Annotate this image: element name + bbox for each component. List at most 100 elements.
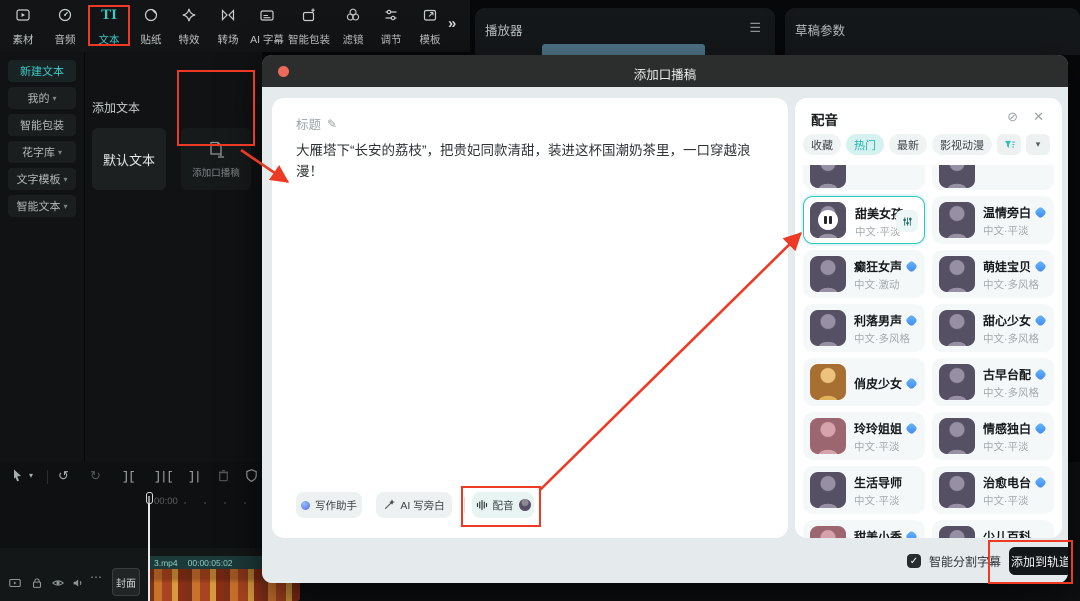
sidebar-item-new-text[interactable]: 新建文本 bbox=[8, 60, 76, 82]
sidebar-item-fancy-fonts[interactable]: 花字库 ▾ bbox=[8, 141, 76, 163]
timeline-ruler[interactable]: 00:00 bbox=[0, 492, 262, 509]
avatar bbox=[810, 472, 846, 508]
vip-badge-icon bbox=[1034, 476, 1047, 489]
voice-settings-button[interactable] bbox=[896, 210, 918, 232]
voice-card[interactable]: 生活导师 中文·平淡 bbox=[803, 466, 925, 514]
vip-badge-icon bbox=[1034, 368, 1047, 381]
tab-audio[interactable]: 音频 bbox=[44, 7, 86, 47]
avatar bbox=[810, 256, 846, 292]
tab-newest[interactable]: 最新 bbox=[889, 134, 927, 155]
ruler-timecode: 00:00 bbox=[154, 496, 178, 507]
default-text-card[interactable]: 默认文本 bbox=[92, 128, 166, 190]
voice-card[interactable]: 少儿百科 bbox=[932, 520, 1054, 538]
sliders-icon bbox=[902, 216, 912, 226]
close-icon[interactable]: ✕ bbox=[1033, 109, 1044, 125]
voice-card[interactable]: 甜心少女 中文·多风格 bbox=[932, 304, 1054, 352]
vip-badge-icon bbox=[905, 377, 918, 390]
main-track-icon[interactable] bbox=[8, 576, 22, 590]
tab-hot[interactable]: 热门 bbox=[846, 134, 884, 155]
draft-panel-title: 草稿参数 bbox=[795, 24, 846, 38]
delete-icon[interactable] bbox=[216, 468, 231, 483]
clip-name: 3.mp4 bbox=[154, 557, 178, 568]
cover-button[interactable]: 封面 bbox=[112, 568, 140, 596]
tab-template[interactable]: 模板 bbox=[410, 7, 450, 47]
playhead[interactable] bbox=[146, 492, 153, 601]
sidebar-item-smart-pack[interactable]: 智能包装 bbox=[8, 114, 76, 136]
script-textarea[interactable]: 大雁塔下“长安的荔枝”，把贵妃同款清甜，装进这杯国潮奶茶里，一口穿越浪漫！ bbox=[296, 140, 766, 182]
transition-icon bbox=[221, 9, 235, 21]
assistant-orb-icon bbox=[301, 500, 310, 510]
voice-card[interactable]: 温情旁白 中文·平淡 bbox=[932, 196, 1054, 244]
smart-split-checkbox[interactable]: ✓ bbox=[907, 554, 921, 568]
split-right-icon[interactable]: ]| bbox=[188, 470, 201, 484]
tab-media[interactable]: 素材 bbox=[2, 7, 44, 47]
vip-badge-icon bbox=[1034, 206, 1047, 219]
more-icon[interactable]: ⋯ bbox=[90, 570, 102, 584]
ai-narration-button[interactable]: AI 写旁白 bbox=[376, 492, 452, 518]
toolbar-divider bbox=[47, 470, 48, 484]
sidebar-item-mine[interactable]: 我的 ▾ bbox=[8, 87, 76, 109]
split-left-icon[interactable]: ]|[ bbox=[154, 470, 174, 484]
pause-icon[interactable] bbox=[818, 210, 838, 230]
tab-favorites[interactable]: 收藏 bbox=[803, 134, 841, 155]
tab-ai-subtitle[interactable]: AI 字幕 bbox=[245, 7, 289, 47]
template-icon bbox=[423, 9, 437, 21]
voice-card[interactable]: 癫狂女声 中文·激动 bbox=[803, 250, 925, 298]
annotation-box-voiceover bbox=[461, 486, 541, 527]
voice-card[interactable]: 治愈电台 中文·平淡 bbox=[932, 466, 1054, 514]
tab-smart-pack[interactable]: 智能包装 bbox=[285, 7, 333, 47]
panel-divider bbox=[84, 52, 85, 462]
voice-card-partial[interactable] bbox=[932, 165, 1054, 190]
lock-icon[interactable] bbox=[30, 576, 44, 590]
toolbar-expand-icon[interactable]: » bbox=[448, 15, 456, 32]
chevron-down-icon: ▾ bbox=[57, 147, 62, 157]
dialog-titlebar: 添加口播稿 bbox=[262, 55, 1068, 87]
player-menu-icon[interactable]: ☰ bbox=[749, 20, 761, 36]
vip-badge-icon bbox=[905, 260, 918, 273]
vip-badge-icon bbox=[1034, 314, 1047, 327]
tab-transition[interactable]: 转场 bbox=[208, 7, 248, 47]
sidebar-item-smart-text[interactable]: 智能文本 ▾ bbox=[8, 195, 76, 217]
voice-card-selected[interactable]: 甜美女孩 中文·平淡 bbox=[803, 196, 925, 244]
writing-assistant-button[interactable]: 写作助手 bbox=[296, 492, 362, 518]
tab-film-anime[interactable]: 影视动漫 bbox=[932, 134, 992, 155]
voice-card[interactable]: 利落男声 中文·多风格 bbox=[803, 304, 925, 352]
voice-filter-button[interactable] bbox=[997, 134, 1021, 155]
select-cursor-icon[interactable] bbox=[10, 468, 26, 484]
ai-pen-icon bbox=[385, 499, 396, 510]
tab-effects[interactable]: 特效 bbox=[169, 7, 209, 47]
playhead-handle bbox=[146, 492, 153, 504]
tab-adjust[interactable]: 调节 bbox=[371, 7, 411, 47]
edit-pencil-icon[interactable]: ✎ bbox=[327, 117, 337, 131]
voice-tabs: 收藏 热门 最新 影视动漫 ▾ bbox=[803, 134, 1050, 155]
voice-card[interactable]: 萌娃宝贝 中文·多风格 bbox=[932, 250, 1054, 298]
chevron-down-icon: ▾ bbox=[63, 201, 68, 211]
mask-icon[interactable] bbox=[244, 468, 259, 483]
undo-icon[interactable]: ↺ bbox=[58, 468, 69, 484]
voice-card[interactable]: 俏皮少女 bbox=[803, 358, 925, 406]
audio-icon bbox=[58, 8, 72, 22]
cursor-mode-chevron-icon[interactable]: ▾ bbox=[29, 471, 33, 480]
voice-card[interactable]: 玲玲姐姐 中文·平淡 bbox=[803, 412, 925, 460]
disable-voice-icon[interactable]: ⊘ bbox=[1007, 109, 1018, 125]
voice-card[interactable]: 甜美小香 bbox=[803, 520, 925, 538]
tab-filter[interactable]: 滤镜 bbox=[333, 7, 373, 47]
vip-badge-icon bbox=[905, 530, 918, 538]
voice-card[interactable]: 情感独白 中文·平淡 bbox=[932, 412, 1054, 460]
visibility-eye-icon[interactable] bbox=[51, 576, 65, 590]
chevron-down-icon: ▾ bbox=[52, 93, 57, 103]
mute-speaker-icon[interactable] bbox=[71, 576, 85, 590]
voice-card[interactable]: 古早台配 中文·多风格 bbox=[932, 358, 1054, 406]
avatar bbox=[810, 364, 846, 400]
voice-sort-dropdown[interactable]: ▾ bbox=[1026, 134, 1050, 155]
draft-panel: 草稿参数 bbox=[785, 8, 1080, 55]
sidebar-item-text-templates[interactable]: 文字模板 ▾ bbox=[8, 168, 76, 190]
tab-sticker[interactable]: 贴纸 bbox=[130, 7, 172, 47]
split-icon[interactable]: ][ bbox=[122, 470, 135, 484]
avatar bbox=[939, 364, 975, 400]
redo-icon[interactable]: ↻ bbox=[90, 468, 101, 484]
voice-card-partial[interactable] bbox=[803, 165, 925, 190]
avatar bbox=[810, 526, 846, 538]
effects-icon bbox=[182, 8, 196, 22]
avatar bbox=[939, 472, 975, 508]
